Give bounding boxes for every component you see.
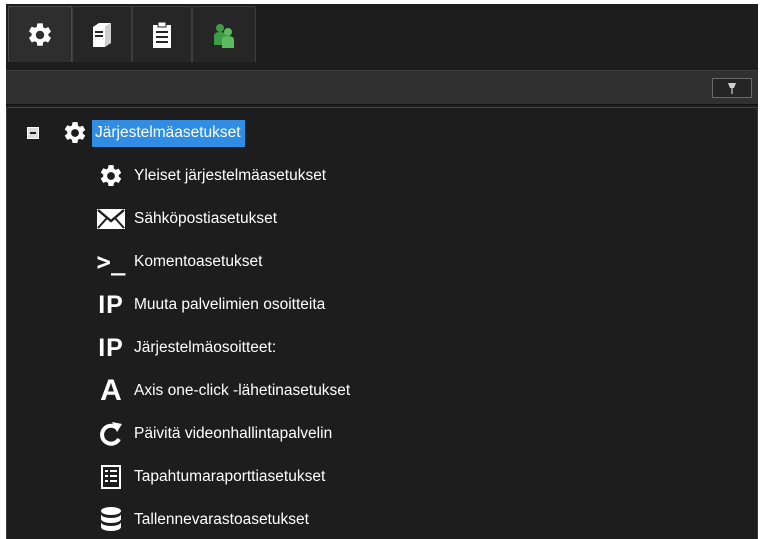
gear-icon — [29, 22, 51, 46]
tree-item-axis-one-click[interactable]: A Axis one-click -lähetinasetukset — [92, 376, 350, 406]
tab-users[interactable] — [192, 6, 256, 62]
tree-item-change-server-addresses[interactable]: IP Muuta palvelimien osoitteita — [92, 290, 325, 320]
server-icon — [93, 22, 111, 47]
tree-item-update-vms[interactable]: Päivitä videonhallintapalvelin — [92, 419, 332, 449]
tab-reports[interactable] — [132, 6, 192, 62]
tree-item-system-addresses[interactable]: IP Järjestelmäosoitteet: — [92, 333, 276, 363]
tree-item-label: Yleiset järjestelmäasetukset — [134, 167, 327, 184]
toolbar — [6, 70, 758, 105]
gear-icon — [92, 161, 130, 191]
pin-button[interactable] — [712, 78, 752, 98]
tree-root-item[interactable]: Järjestelmäasetukset — [58, 118, 245, 148]
envelope-icon — [92, 204, 130, 234]
app-window: Järjestelmäasetukset Yleiset järjestelmä… — [6, 4, 758, 539]
tree-item-label: Tallennevarastoasetukset — [134, 511, 309, 528]
tree-item-label: Päivitä videonhallintapalvelin — [134, 425, 333, 442]
tree-item-label: Tapahtumaraporttiasetukset — [134, 468, 326, 485]
users-icon — [214, 23, 234, 48]
gear-icon — [58, 118, 92, 148]
database-icon — [92, 505, 130, 535]
tab-servers[interactable] — [72, 6, 132, 62]
tree-item-event-report-settings[interactable]: Tapahtumaraporttiasetukset — [92, 462, 325, 492]
ip-icon: IP — [98, 290, 124, 319]
report-list-icon — [92, 462, 130, 492]
tree-item-label: Komentoasetukset — [134, 253, 263, 270]
tree-item-storage-settings[interactable]: Tallennevarastoasetukset — [92, 505, 309, 535]
tree-root-label[interactable]: Järjestelmäasetukset — [92, 119, 245, 147]
tree-item-general-settings[interactable]: Yleiset järjestelmäasetukset — [92, 161, 326, 191]
tree-item-email-settings[interactable]: Sähköpostiasetukset — [92, 204, 277, 234]
tree-item-label: Muuta palvelimien osoitteita — [134, 296, 326, 313]
tree-item-label: Järjestelmäosoitteet: — [134, 339, 277, 356]
tree-item-label: Sähköpostiasetukset — [134, 210, 278, 227]
pin-icon — [728, 83, 736, 94]
clipboard-icon — [153, 21, 171, 48]
collapse-toggle[interactable] — [27, 127, 39, 139]
ip-icon: IP — [98, 333, 124, 362]
tab-bar — [6, 4, 758, 62]
settings-tree: Järjestelmäasetukset Yleiset järjestelmä… — [6, 107, 758, 539]
command-prompt-icon: >_ — [96, 248, 126, 276]
tree-item-label: Axis one-click -lähetinasetukset — [134, 382, 351, 399]
axis-icon: A — [100, 374, 122, 407]
tree-item-command-settings[interactable]: >_ Komentoasetukset — [92, 247, 263, 277]
refresh-icon — [92, 419, 130, 449]
tab-system-settings[interactable] — [8, 6, 72, 62]
